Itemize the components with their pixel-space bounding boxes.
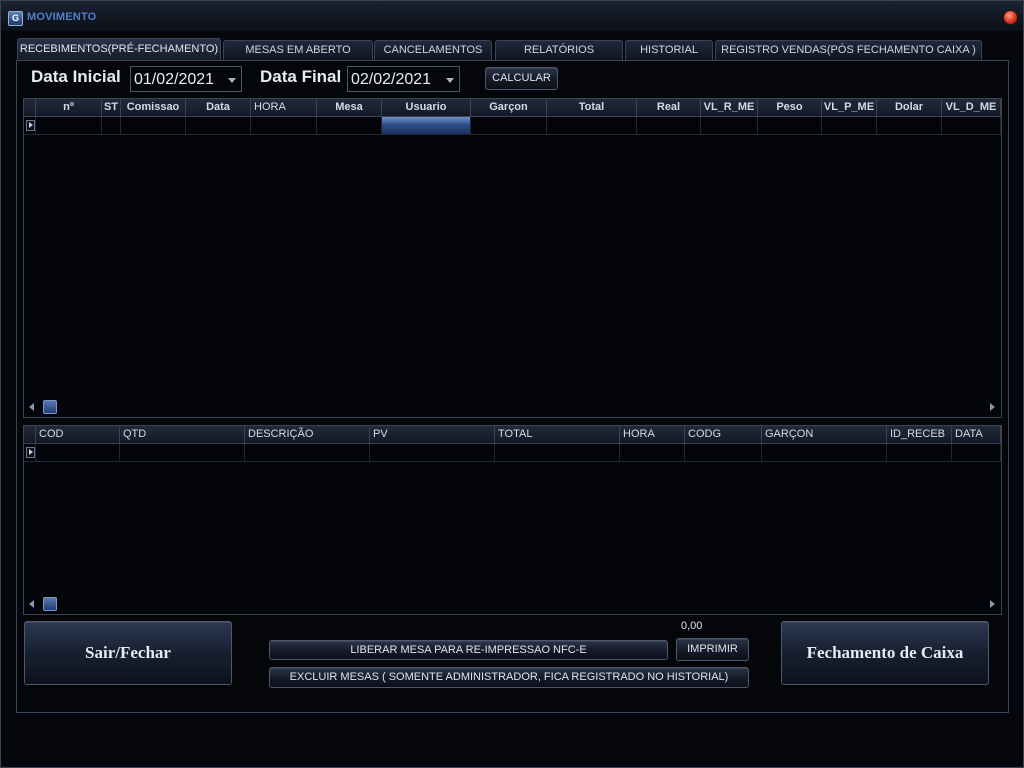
table-cell[interactable] — [877, 117, 942, 134]
calculate-button[interactable]: CALCULAR — [485, 67, 558, 90]
column-header[interactable]: Mesa — [317, 99, 382, 116]
column-header[interactable]: TOTAL — [495, 426, 620, 443]
table-cell[interactable] — [121, 117, 186, 134]
tab-registro-vendas[interactable]: REGISTRO VENDAS(PÓS FECHAMENTO CAIXA ) — [715, 40, 982, 61]
selected-table-cell[interactable] — [382, 117, 471, 134]
column-header[interactable]: Garçon — [471, 99, 547, 116]
horizontal-scrollbar[interactable] — [24, 596, 1001, 612]
table-cell[interactable] — [758, 117, 822, 134]
table-cell[interactable] — [120, 444, 245, 461]
table-cell[interactable] — [701, 117, 758, 134]
column-header[interactable]: VL_R_ME — [701, 99, 758, 116]
table-cell[interactable] — [620, 444, 685, 461]
table-cell[interactable] — [36, 117, 102, 134]
tab-mesas-em-aberto[interactable]: MESAS EM ABERTO — [223, 40, 373, 61]
end-date-picker[interactable]: 02/02/2021 — [347, 66, 460, 92]
column-header[interactable]: HORA — [620, 426, 685, 443]
scroll-thumb[interactable] — [43, 597, 57, 611]
row-pointer-icon — [26, 447, 35, 458]
scroll-thumb[interactable] — [43, 400, 57, 414]
table-cell[interactable] — [547, 117, 637, 134]
items-grid-header: COD QTD DESCRIÇÃO PV TOTAL HORA CODG GAR… — [24, 426, 1001, 444]
tab-historial[interactable]: HISTORIAL — [625, 40, 713, 61]
column-header[interactable]: COD — [36, 426, 120, 443]
table-cell[interactable] — [495, 444, 620, 461]
column-header[interactable]: CODG — [685, 426, 762, 443]
scroll-left-icon[interactable] — [29, 600, 34, 608]
chevron-down-icon[interactable] — [228, 78, 236, 83]
close-cash-register-button[interactable]: Fechamento de Caixa — [781, 621, 989, 685]
column-header[interactable]: VL_P_ME — [822, 99, 877, 116]
exit-button[interactable]: Sair/Fechar — [24, 621, 232, 685]
column-header[interactable]: PV — [370, 426, 495, 443]
print-button[interactable]: IMPRIMIR — [676, 638, 749, 661]
start-date-label: Data Inicial — [31, 67, 121, 86]
end-date-value: 02/02/2021 — [351, 71, 432, 88]
print-total-value: 0,00 — [681, 620, 703, 632]
table-cell[interactable] — [822, 117, 877, 134]
row-indicator[interactable] — [24, 117, 36, 134]
close-window-button[interactable] — [1003, 10, 1018, 25]
table-cell[interactable] — [685, 444, 762, 461]
start-date-picker[interactable]: 01/02/2021 — [130, 66, 242, 92]
column-header[interactable]: nº — [36, 99, 102, 116]
table-cell[interactable] — [102, 117, 121, 134]
table-row[interactable] — [24, 117, 1001, 135]
receipts-grid-header: nº ST Comissao Data HORA Mesa Usuario Ga… — [24, 99, 1001, 117]
table-cell[interactable] — [887, 444, 952, 461]
column-header[interactable]: Usuario — [382, 99, 471, 116]
tab-recebimentos[interactable]: RECEBIMENTOS(PRÉ-FECHAMENTO) — [17, 38, 221, 61]
title-bar: G MOVIMENTO — [1, 1, 1023, 31]
table-cell[interactable] — [637, 117, 701, 134]
receipts-grid[interactable]: nº ST Comissao Data HORA Mesa Usuario Ga… — [23, 98, 1002, 418]
table-cell[interactable] — [471, 117, 547, 134]
column-header[interactable]: VL_D_ME — [942, 99, 1001, 116]
column-header[interactable]: Comissao — [121, 99, 186, 116]
app-icon: G — [8, 11, 23, 26]
row-pointer-icon — [26, 120, 35, 131]
scroll-left-icon[interactable] — [29, 403, 34, 411]
column-header[interactable]: GARÇON — [762, 426, 887, 443]
column-header[interactable]: Data — [186, 99, 251, 116]
chevron-down-icon[interactable] — [446, 78, 454, 83]
column-header[interactable]: Dolar — [877, 99, 942, 116]
table-cell[interactable] — [942, 117, 1001, 134]
delete-tables-button[interactable]: EXCLUIR MESAS ( SOMENTE ADMINISTRADOR, F… — [269, 667, 749, 688]
column-header[interactable]: QTD — [120, 426, 245, 443]
row-indicator-header — [24, 99, 36, 116]
table-cell[interactable] — [36, 444, 120, 461]
horizontal-scrollbar[interactable] — [24, 399, 1001, 415]
table-cell[interactable] — [245, 444, 370, 461]
tab-cancelamentos[interactable]: CANCELAMENTOS — [374, 40, 492, 61]
start-date-value: 01/02/2021 — [134, 71, 215, 88]
row-indicator[interactable] — [24, 444, 36, 461]
table-cell[interactable] — [370, 444, 495, 461]
scroll-right-icon[interactable] — [990, 600, 995, 608]
column-header[interactable]: Real — [637, 99, 701, 116]
column-header[interactable]: ST — [102, 99, 121, 116]
column-header[interactable]: DESCRIÇÃO — [245, 426, 370, 443]
scroll-right-icon[interactable] — [990, 403, 995, 411]
window-title: MOVIMENTO — [27, 11, 97, 23]
column-header[interactable]: HORA — [251, 99, 317, 116]
column-header[interactable]: Peso — [758, 99, 822, 116]
movimento-window: G MOVIMENTO RECEBIMENTOS(PRÉ-FECHAMENTO)… — [0, 0, 1024, 768]
table-cell[interactable] — [762, 444, 887, 461]
release-table-button[interactable]: LIBERAR MESA PARA RE-IMPRESSAO NFC-E — [269, 640, 668, 660]
table-cell[interactable] — [317, 117, 382, 134]
table-cell[interactable] — [952, 444, 1001, 461]
column-header[interactable]: ID_RECEB — [887, 426, 952, 443]
end-date-label: Data Final — [260, 67, 342, 86]
items-grid[interactable]: COD QTD DESCRIÇÃO PV TOTAL HORA CODG GAR… — [23, 425, 1002, 615]
column-header[interactable]: Total — [547, 99, 637, 116]
column-header[interactable]: DATA — [952, 426, 1001, 443]
table-cell[interactable] — [251, 117, 317, 134]
row-indicator-header — [24, 426, 36, 443]
table-cell[interactable] — [186, 117, 251, 134]
table-row[interactable] — [24, 444, 1001, 462]
tab-relatorios[interactable]: RELATÓRIOS — [495, 40, 623, 61]
